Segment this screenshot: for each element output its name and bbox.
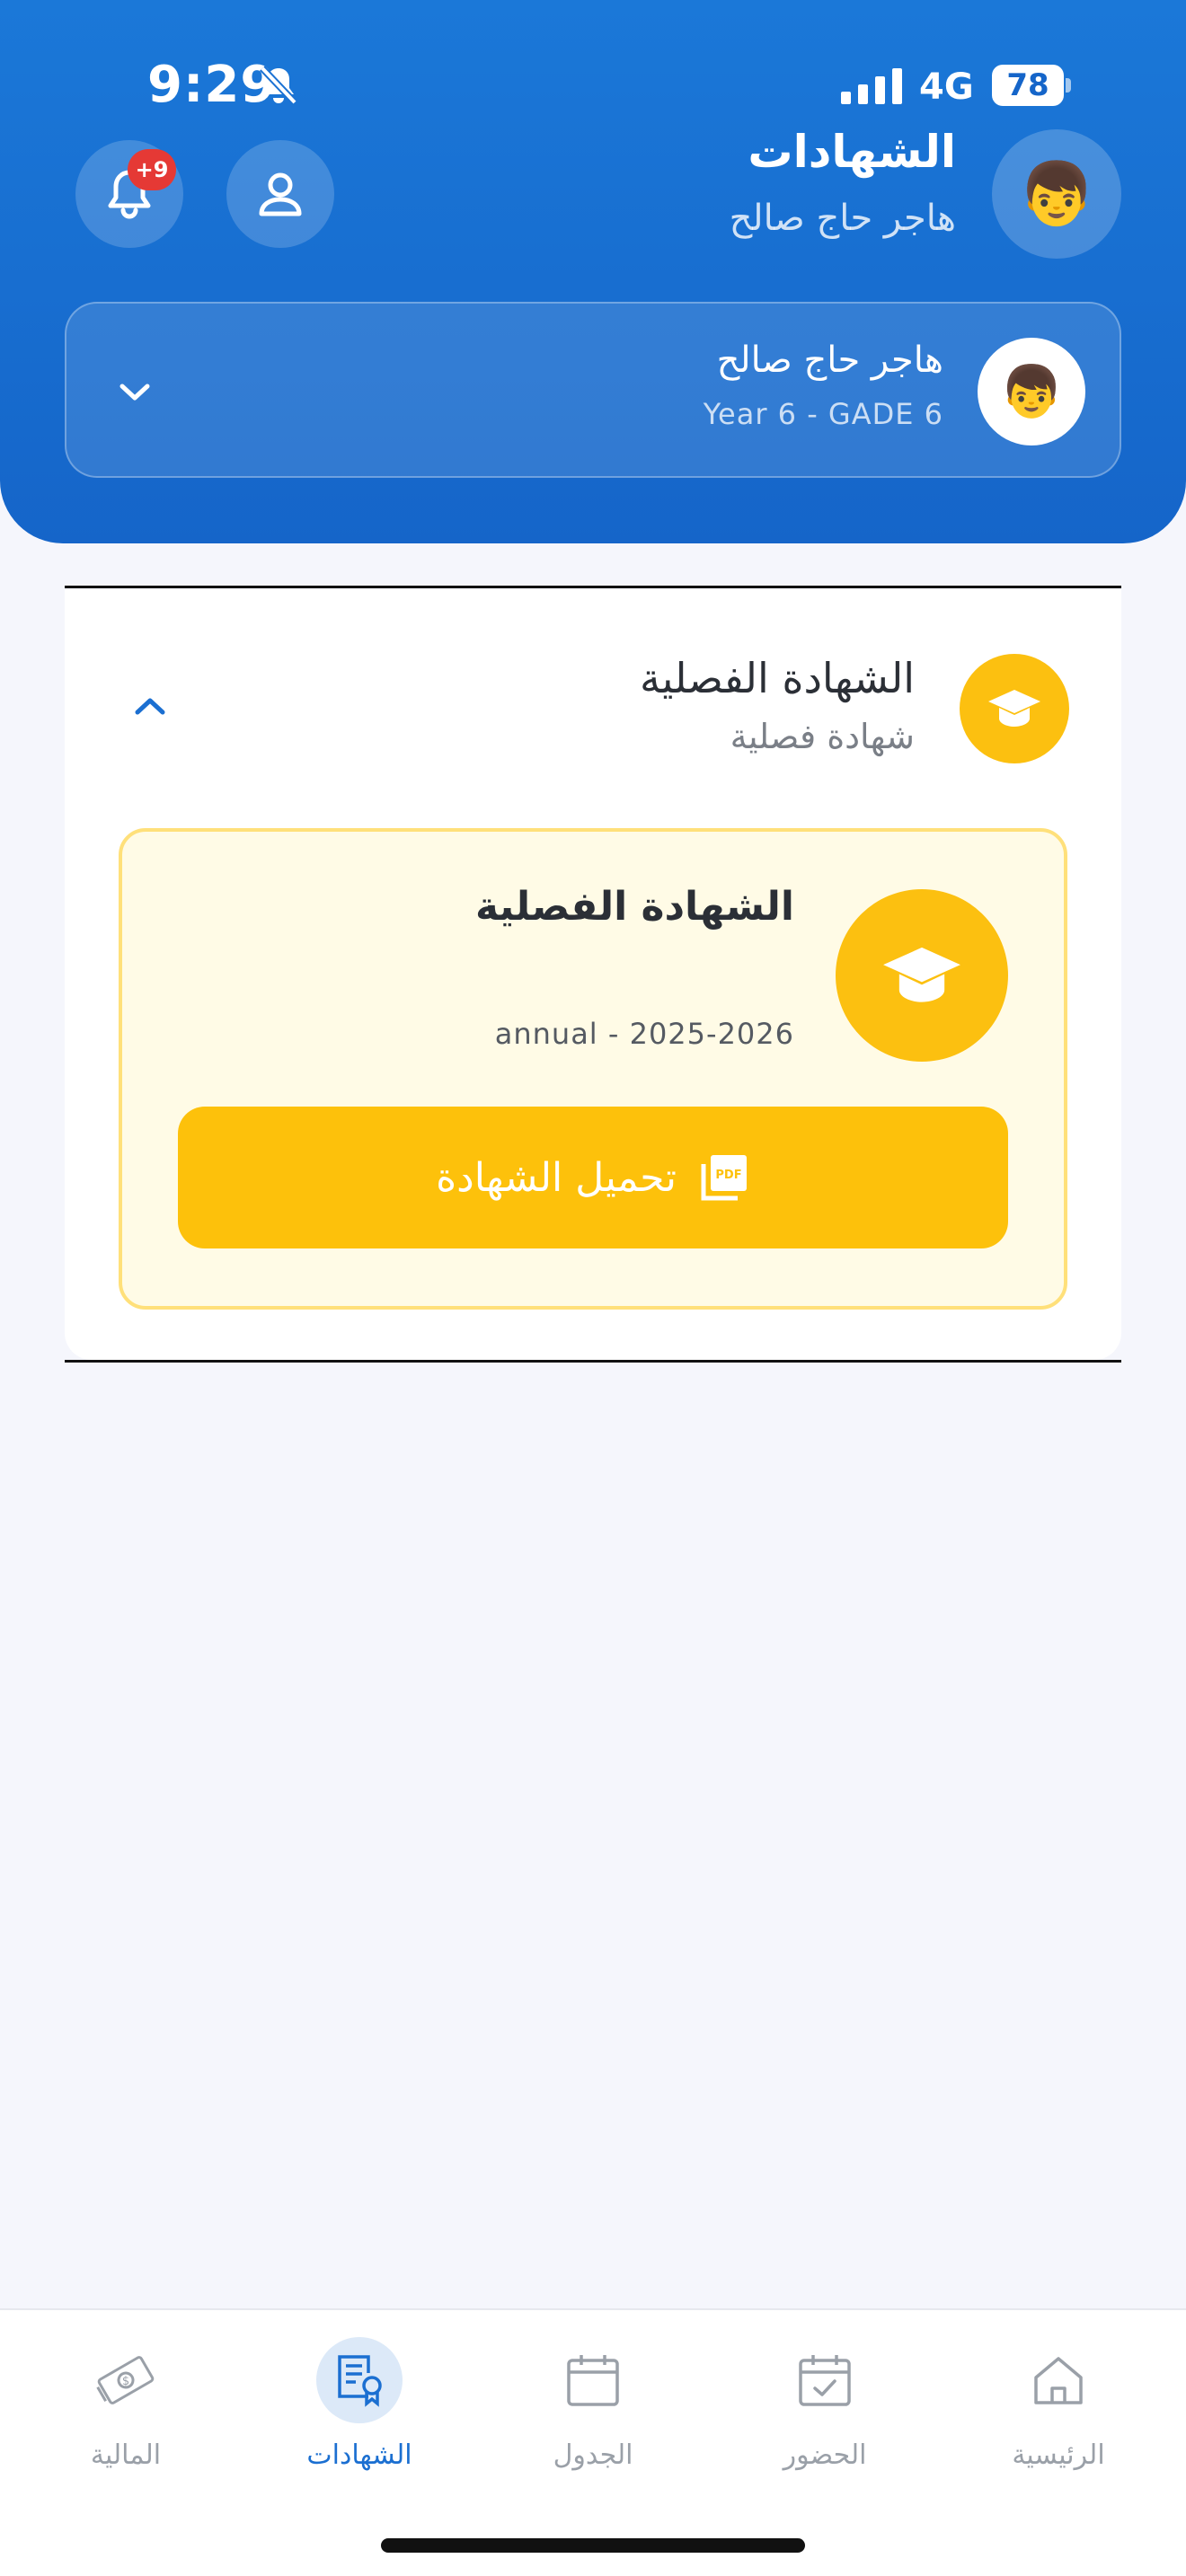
chevron-down-icon bbox=[119, 384, 150, 401]
certificate-section: الشهادة الفصلية شهادة فصلية الشهادة الفص… bbox=[65, 589, 1121, 1360]
calendar-check-icon bbox=[782, 2337, 868, 2423]
nav-label: المالية bbox=[90, 2439, 162, 2471]
home-indicator bbox=[381, 2538, 805, 2553]
calendar-icon bbox=[550, 2337, 636, 2423]
graduation-cap-icon bbox=[960, 654, 1069, 763]
home-icon bbox=[1015, 2337, 1102, 2423]
student-grade: Year 6 - GADE 6 bbox=[703, 397, 943, 431]
svg-text:PDF: PDF bbox=[715, 1169, 741, 1182]
nav-label: الجدول bbox=[553, 2439, 633, 2471]
certificate-period: annual - 2025-2026 bbox=[494, 1017, 794, 1051]
nav-item-attendance[interactable]: الحضور bbox=[735, 2332, 915, 2484]
status-time: 9:29 bbox=[147, 56, 277, 114]
header-avatar: 👦 bbox=[992, 129, 1121, 259]
download-label: تحميل الشهادة bbox=[436, 1154, 677, 1201]
nav-label: الرئيسية bbox=[1012, 2439, 1105, 2471]
certificate-icon bbox=[316, 2337, 403, 2423]
money-icon: $ bbox=[83, 2337, 169, 2423]
bottom-navigation: $ المالية الشهادات الجدول الحضور الرئيسي… bbox=[0, 2308, 1186, 2576]
graduation-cap-icon bbox=[836, 889, 1008, 1062]
section-title: الشهادة الفصلية bbox=[640, 654, 915, 702]
nav-label: الحضور bbox=[783, 2439, 867, 2471]
pdf-icon: PDF bbox=[701, 1155, 747, 1201]
nav-item-schedule[interactable]: الجدول bbox=[503, 2332, 683, 2484]
network-type: 4G bbox=[919, 66, 974, 108]
nav-item-home[interactable]: الرئيسية bbox=[969, 2332, 1148, 2484]
notifications-button[interactable]: +9 bbox=[75, 140, 183, 248]
student-selector[interactable]: 👦 هاجر حاج صالح Year 6 - GADE 6 bbox=[65, 302, 1121, 478]
battery-level: 78 bbox=[992, 65, 1064, 106]
user-icon bbox=[259, 172, 302, 216]
divider bbox=[65, 586, 1121, 588]
section-subtitle: شهادة فصلية bbox=[730, 717, 915, 756]
muted-bell-icon bbox=[260, 66, 297, 105]
page-title: الشهادات bbox=[748, 126, 956, 178]
download-certificate-button[interactable]: PDF تحميل الشهادة bbox=[178, 1107, 1008, 1248]
notification-badge: +9 bbox=[128, 149, 176, 190]
signal-icon bbox=[841, 68, 902, 104]
student-avatar: 👦 bbox=[978, 338, 1085, 446]
battery-icon: 78 bbox=[992, 65, 1071, 106]
nav-item-certificates[interactable]: الشهادات bbox=[270, 2332, 449, 2484]
chevron-up-icon[interactable] bbox=[128, 684, 173, 729]
app-header: 9:29 4G 78 +9 👦 الشهادات هاجر حاج صالح 👦… bbox=[0, 0, 1186, 543]
page-subtitle: هاجر حاج صالح bbox=[729, 198, 956, 239]
certificate-title: الشهادة الفصلية bbox=[474, 884, 794, 930]
student-name: هاجر حاج صالح bbox=[716, 340, 943, 381]
svg-text:$: $ bbox=[122, 2375, 129, 2388]
profile-button[interactable] bbox=[226, 140, 334, 248]
divider bbox=[65, 1360, 1121, 1363]
nav-label: الشهادات bbox=[306, 2439, 412, 2471]
certificate-card: الشهادة الفصلية annual - 2025-2026 PDF ت… bbox=[119, 828, 1067, 1310]
nav-item-finance[interactable]: $ المالية bbox=[36, 2332, 216, 2484]
